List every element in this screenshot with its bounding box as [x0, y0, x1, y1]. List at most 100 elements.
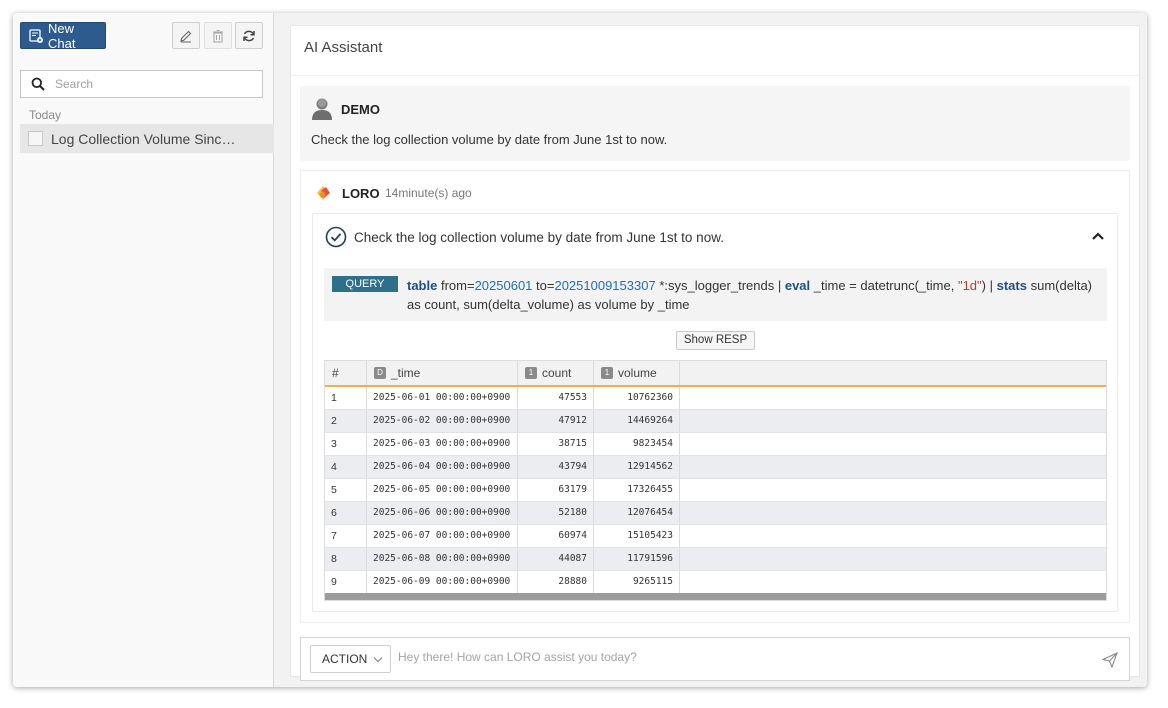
count-cell: 28880 — [518, 571, 594, 593]
column-header-label: volume — [618, 366, 657, 380]
result-table: # D _time 1 count 1 volume 1 2025-06-01 … — [324, 360, 1107, 601]
volume-cell: 11791596 — [594, 548, 680, 570]
chevron-down-icon — [373, 657, 383, 663]
query-keyword-eval: eval — [784, 278, 811, 293]
time-cell: 2025-06-09 00:00:00+0900 — [367, 571, 518, 593]
table-row[interactable]: 7 2025-06-07 00:00:00+0900 60974 15105423 — [325, 525, 1106, 548]
time-cell: 2025-06-03 00:00:00+0900 — [367, 433, 518, 455]
chat-list-item[interactable]: Log Collection Volume Since J... — [20, 124, 274, 153]
volume-cell: 17326455 — [594, 479, 680, 501]
number-type-badge: 1 — [601, 367, 613, 379]
query-source: *:sys_logger_trends | — [659, 278, 782, 293]
chevron-up-icon[interactable] — [1091, 231, 1105, 241]
table-row[interactable]: 6 2025-06-06 00:00:00+0900 52180 12076454 — [325, 502, 1106, 525]
column-header-label: count — [542, 366, 572, 380]
volume-cell: 9265115 — [594, 571, 680, 593]
user-avatar-icon — [312, 98, 332, 120]
query-eval-expr: _time = datetrunc(_time, — [813, 278, 955, 293]
table-row[interactable]: 8 2025-06-08 00:00:00+0900 44087 11791596 — [325, 548, 1106, 571]
query-eval-arg: "1d" — [957, 278, 982, 293]
query-badge: QUERY — [332, 276, 398, 292]
edit-icon — [180, 30, 192, 42]
volume-cell: 15105423 — [594, 525, 680, 547]
count-cell: 63179 — [518, 479, 594, 501]
user-message: DEMO Check the log collection volume by … — [300, 86, 1130, 161]
page-title: AI Assistant — [304, 39, 383, 56]
refresh-button[interactable] — [235, 22, 263, 49]
column-header-label: _time — [391, 366, 421, 380]
table-row[interactable]: 9 2025-06-09 00:00:00+0900 28880 9265115 — [325, 571, 1106, 594]
table-row[interactable]: 3 2025-06-03 00:00:00+0900 38715 9823454 — [325, 433, 1106, 456]
assistant-name: LORO — [342, 186, 380, 201]
search-box[interactable] — [20, 70, 263, 98]
query-to-value: 20251009153307 — [554, 278, 656, 293]
row-index-cell: 7 — [325, 525, 367, 547]
task-panel: Check the log collection volume by date … — [312, 213, 1118, 612]
volume-cell: 12076454 — [594, 502, 680, 524]
count-cell: 43794 — [518, 456, 594, 478]
horizontal-scrollbar[interactable] — [325, 593, 1106, 600]
number-type-badge: 1 — [525, 367, 537, 379]
user-name: DEMO — [341, 102, 380, 117]
time-cell: 2025-06-04 00:00:00+0900 — [367, 456, 518, 478]
delete-button[interactable] — [204, 22, 232, 49]
app-window: New Chat Today Log Collection Volume Sin… — [13, 13, 1147, 687]
count-cell: 47912 — [518, 410, 594, 432]
row-index-cell: 4 — [325, 456, 367, 478]
count-cell: 44087 — [518, 548, 594, 570]
table-row[interactable]: 2 2025-06-02 00:00:00+0900 47912 14469264 — [325, 410, 1106, 433]
volume-cell: 12914562 — [594, 456, 680, 478]
message-timestamp: 14minute(s) ago — [385, 186, 472, 200]
query-to-label: to= — [536, 278, 555, 293]
time-cell: 2025-06-06 00:00:00+0900 — [367, 502, 518, 524]
chat-input[interactable] — [398, 650, 1078, 664]
column-header-time[interactable]: D _time — [367, 361, 518, 385]
column-header-volume[interactable]: 1 volume — [594, 361, 680, 385]
user-message-text: Check the log collection volume by date … — [311, 132, 668, 147]
task-title: Check the log collection volume by date … — [354, 230, 724, 245]
edit-button[interactable] — [172, 22, 200, 49]
sidebar: New Chat Today Log Collection Volume Sin… — [13, 13, 274, 687]
table-header: # D _time 1 count 1 volume — [325, 361, 1106, 387]
column-header-label: # — [332, 366, 339, 380]
trash-icon — [213, 29, 223, 43]
count-cell: 52180 — [518, 502, 594, 524]
new-chat-label: New Chat — [47, 20, 76, 51]
show-resp-button[interactable]: Show RESP — [676, 331, 755, 350]
column-header-index[interactable]: # — [325, 361, 367, 385]
check-circle-icon — [325, 226, 347, 248]
time-cell: 2025-06-08 00:00:00+0900 — [367, 548, 518, 570]
assistant-message: LORO 14minute(s) ago Check the log colle… — [300, 170, 1130, 623]
chat-item-checkbox[interactable] — [28, 131, 43, 146]
search-icon — [31, 77, 45, 91]
table-row[interactable]: 5 2025-06-05 00:00:00+0900 63179 17326455 — [325, 479, 1106, 502]
volume-cell: 14469264 — [594, 410, 680, 432]
send-icon[interactable] — [1102, 652, 1118, 668]
main-panel: AI Assistant DEMO Check the log collecti… — [290, 25, 1140, 681]
row-index-cell: 9 — [325, 571, 367, 593]
query-eval-close: ) | — [981, 278, 993, 293]
new-chat-button[interactable]: New Chat — [20, 20, 106, 51]
date-type-badge: D — [374, 367, 386, 379]
action-select[interactable]: ACTION — [310, 645, 391, 673]
time-cell: 2025-06-02 00:00:00+0900 — [367, 410, 518, 432]
column-header-count[interactable]: 1 count — [518, 361, 594, 385]
row-index-cell: 2 — [325, 410, 367, 432]
volume-cell: 9823454 — [594, 433, 680, 455]
row-index-cell: 1 — [325, 387, 367, 409]
new-chat-icon — [29, 28, 43, 43]
count-cell: 38715 — [518, 433, 594, 455]
count-cell: 60974 — [518, 525, 594, 547]
time-cell: 2025-06-05 00:00:00+0900 — [367, 479, 518, 501]
row-index-cell: 6 — [325, 502, 367, 524]
table-row[interactable]: 4 2025-06-04 00:00:00+0900 43794 12914562 — [325, 456, 1106, 479]
chat-item-label: Log Collection Volume Since J... — [51, 130, 243, 147]
group-label-today: Today — [29, 108, 62, 122]
query-box: QUERY table from=20250601 to=20251009153… — [324, 268, 1107, 321]
search-input[interactable] — [55, 77, 245, 91]
time-cell: 2025-06-07 00:00:00+0900 — [367, 525, 518, 547]
row-index-cell: 3 — [325, 433, 367, 455]
query-keyword-table: table — [407, 278, 438, 293]
table-row[interactable]: 1 2025-06-01 00:00:00+0900 47553 10762360 — [325, 387, 1106, 410]
count-cell: 47553 — [518, 387, 594, 409]
